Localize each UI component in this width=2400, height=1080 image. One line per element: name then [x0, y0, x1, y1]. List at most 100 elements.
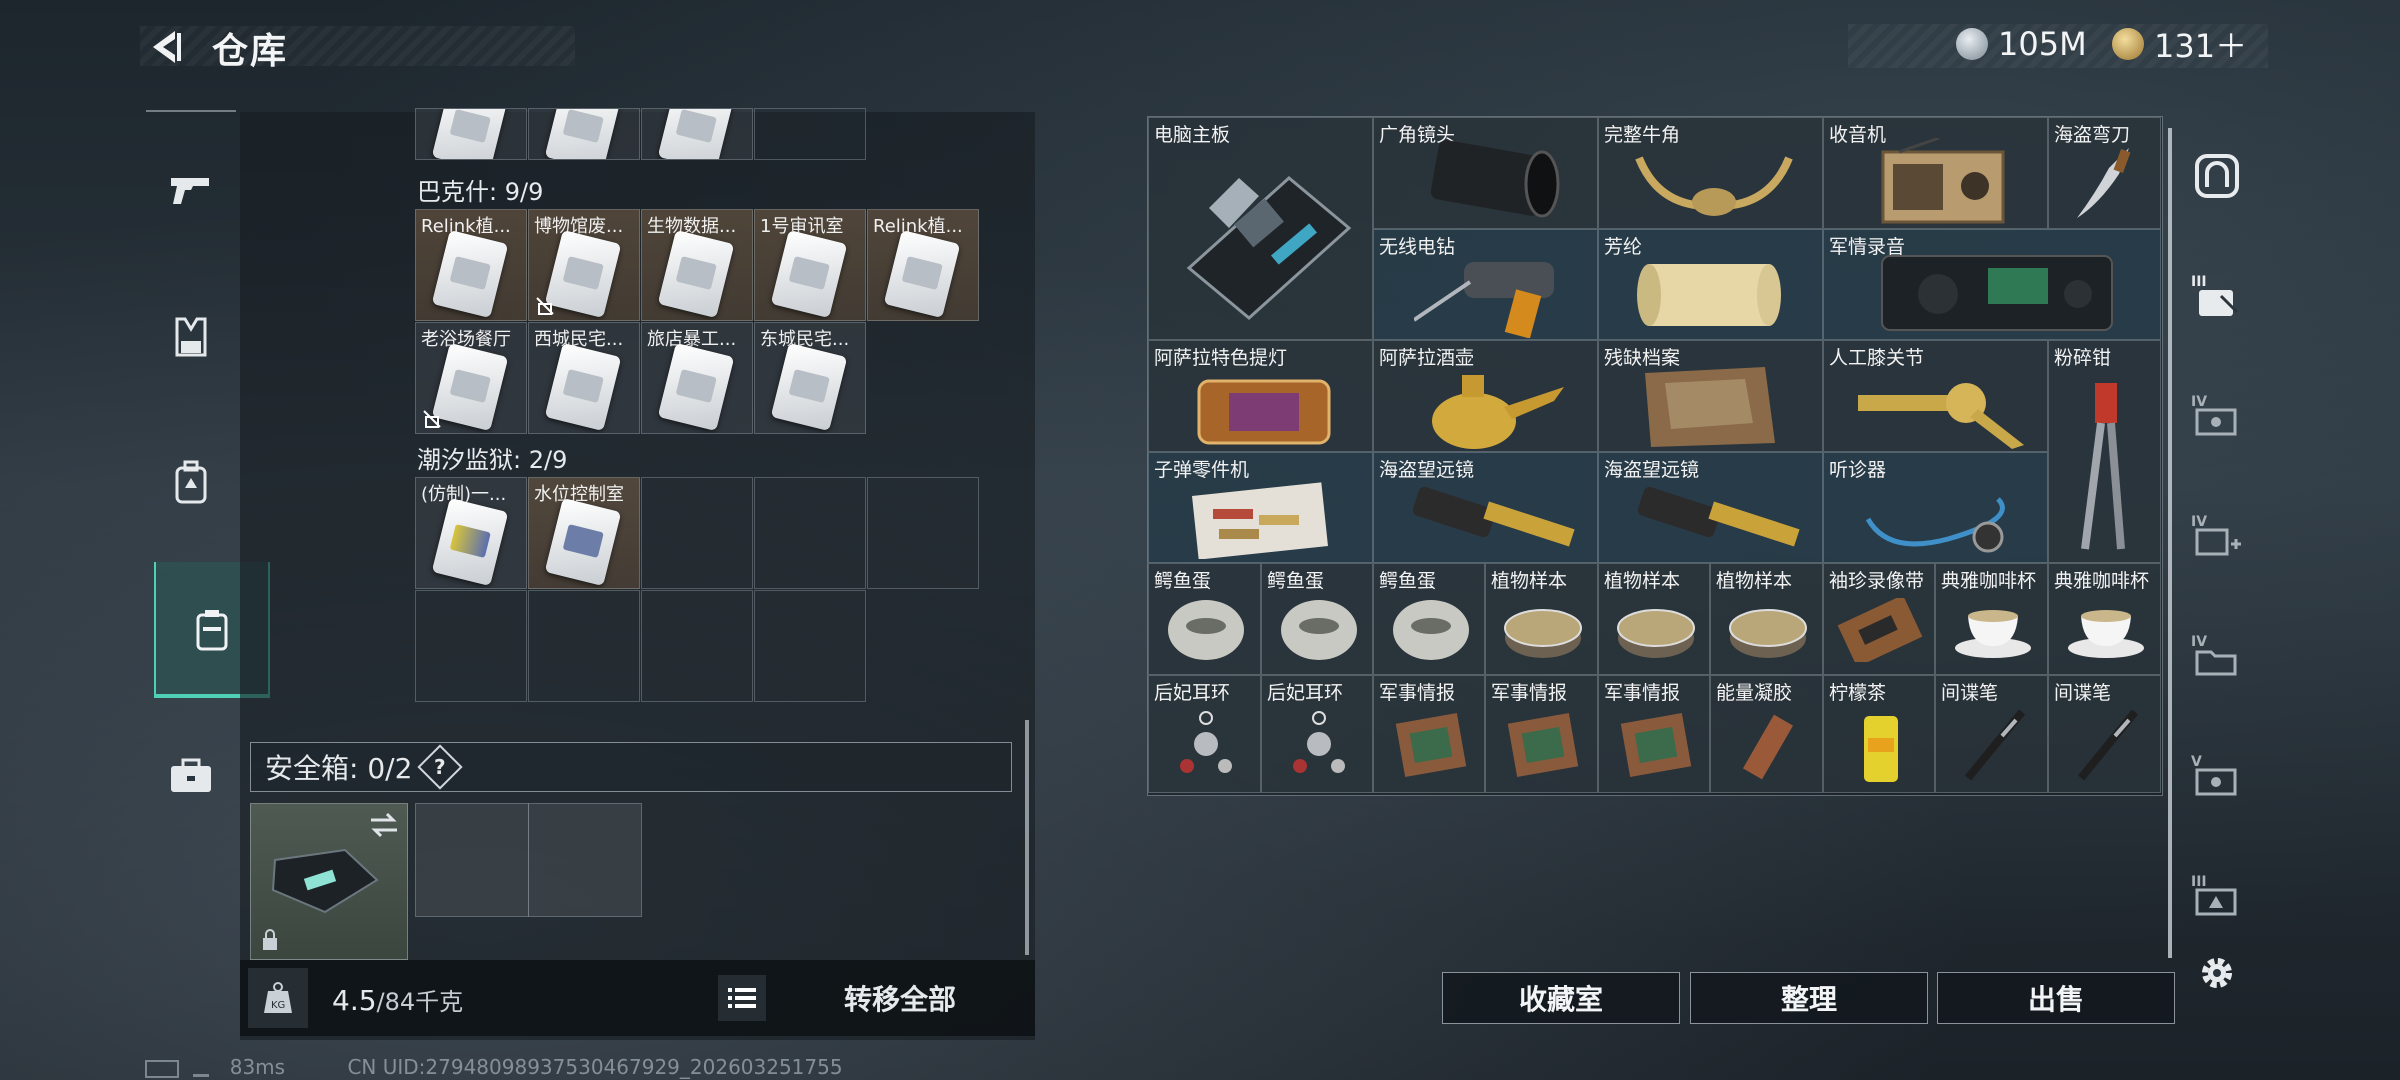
armor-vest-icon [175, 317, 207, 357]
transfer-all-button[interactable]: 转移全部 [790, 975, 1010, 1021]
collection-slot[interactable] [754, 108, 866, 160]
keycard-item[interactable]: 西城民宅... [528, 322, 640, 434]
stash-item-damaged-file[interactable]: 残缺档案 [1598, 340, 1823, 452]
stash-item-horn[interactable]: 完整牛角 [1598, 117, 1823, 229]
collection-grid-tide-prison: (仿制)一... 水位控制室 [415, 477, 979, 702]
toolbox-tab[interactable] [146, 716, 236, 836]
help-button[interactable]: ? [417, 744, 464, 790]
stash-item-lemon-tea[interactable]: 柠檬茶 [1823, 675, 1935, 793]
stash-item-croc-egg[interactable]: 鳄鱼蛋 [1148, 563, 1261, 675]
stash-scroll-thumb[interactable] [2168, 128, 2172, 958]
gun-icon [171, 178, 209, 204]
stash-item-croc-egg[interactable]: 鳄鱼蛋 [1261, 563, 1373, 675]
stash-item-radio[interactable]: 收音机 [1823, 117, 2048, 229]
stash-item-wide-lens[interactable]: 广角镜头 [1373, 117, 1598, 229]
collection-slot[interactable] [641, 590, 753, 702]
stash-item-bullet-parts[interactable]: 子弹零件机 [1148, 452, 1373, 563]
safebox-slot[interactable] [528, 803, 642, 917]
stash-item-military-intel[interactable]: 军事情报 [1373, 675, 1485, 793]
collection-slot[interactable] [754, 590, 866, 702]
safebox-case[interactable] [250, 803, 408, 960]
stash-page-tab-4a[interactable]: IV [2182, 366, 2252, 466]
camera-lens-icon [1430, 140, 1560, 218]
stash-item-military-intel[interactable]: 军事情报 [1598, 675, 1710, 793]
stash-item-pirate-telescope[interactable]: 海盗望远镜 [1598, 452, 1823, 563]
stash-item-earring[interactable]: 后妃耳环 [1261, 675, 1373, 793]
motherboard-icon [1186, 176, 1352, 320]
stash-item-stethoscope[interactable]: 听诊器 [1823, 452, 2048, 563]
backpack-tier-3-icon: III [2191, 274, 2239, 316]
stash-item-drill[interactable]: 无线电钻 [1373, 229, 1598, 340]
stash-item-croc-egg[interactable]: 鳄鱼蛋 [1373, 563, 1485, 675]
circuit-board-icon [1507, 713, 1579, 777]
armor-tab[interactable] [146, 276, 236, 396]
collection-slot[interactable] [415, 108, 527, 160]
currency-silver[interactable]: 105M [1956, 20, 2087, 68]
collection-slot[interactable] [528, 590, 640, 702]
settings-button[interactable] [2196, 952, 2238, 994]
keycard-item[interactable]: 博物馆废... [528, 209, 640, 321]
weapon-tab[interactable] [146, 130, 236, 250]
stash-item-videotape[interactable]: 袖珍录像带 [1823, 563, 1935, 675]
jug-icon [1432, 375, 1564, 449]
keycard-item[interactable]: 生物数据... [641, 209, 753, 321]
svg-text:III: III [2191, 274, 2207, 290]
collection-slot[interactable] [528, 108, 640, 160]
stash-page-tab-5[interactable]: V [2182, 726, 2252, 826]
cassette-icon [1838, 598, 1923, 662]
stash-item-wine-jug[interactable]: 阿萨拉酒壶 [1373, 340, 1598, 452]
keycard-item[interactable]: 1号审讯室 [754, 209, 866, 321]
organize-button[interactable]: 整理 [1690, 972, 1928, 1024]
dagger-icon [2077, 148, 2131, 218]
stash-item-coffee-cup[interactable]: 典雅咖啡杯 [2048, 563, 2161, 675]
keycard-item[interactable]: 东城民宅... [754, 322, 866, 434]
stash-item-military-intel[interactable]: 军事情报 [1485, 675, 1598, 793]
player-uid: CN UID:27948098937530467929_202603251755 [347, 1055, 843, 1079]
stash-item-motherboard[interactable]: 电脑主板 [1148, 117, 1373, 340]
stash-item-crushing-pliers[interactable]: 粉碎钳 [2048, 340, 2161, 563]
stash-item-coffee-cup[interactable]: 典雅咖啡杯 [1935, 563, 2048, 675]
keycard-item[interactable]: 老浴场餐厅 [415, 322, 527, 434]
stash-item-energy-gel[interactable]: 能量凝胶 [1710, 675, 1823, 793]
keycard-item[interactable]: (仿制)一... [415, 477, 527, 589]
stash-page-tab-3b[interactable]: III [2182, 846, 2252, 946]
stash-item-plant-sample[interactable]: 植物样本 [1485, 563, 1598, 675]
stash-item-aramid[interactable]: 芳纶 [1598, 229, 1823, 340]
radio-icon [1881, 138, 2005, 224]
keycard-item[interactable]: Relink植... [867, 209, 979, 321]
stash-item-artificial-knee[interactable]: 人工膝关节 [1823, 340, 2048, 452]
collection-slot[interactable] [415, 590, 527, 702]
backpack-tab[interactable] [146, 422, 236, 542]
stash-item-spy-pen[interactable]: 间谍笔 [1935, 675, 2048, 793]
stash-item-lantern[interactable]: 阿萨拉特色提灯 [1148, 340, 1373, 452]
stash-page-tab-4b[interactable]: IV [2182, 486, 2252, 586]
currency-gold[interactable]: 131＋ [2112, 20, 2247, 68]
keycard-item[interactable]: 水位控制室 [528, 477, 640, 589]
stash-item-intel-recording[interactable]: 军情录音 [1823, 229, 2161, 340]
sell-button[interactable]: 出售 [1937, 972, 2175, 1024]
safebox-slot[interactable] [415, 803, 529, 917]
stash-item-pirate-sword[interactable]: 海盗弯刀 [2048, 117, 2161, 229]
keycard-item[interactable]: 旅店暴工... [641, 322, 753, 434]
backpack-tier-3-alt-icon: III [2191, 874, 2237, 916]
keycard-item[interactable]: Relink植... [415, 209, 527, 321]
stash-page-tab-1[interactable] [2182, 126, 2252, 226]
safebox-header: 安全箱: 0/2 ? [250, 742, 1012, 792]
collection-room-button[interactable]: 收藏室 [1442, 972, 1680, 1024]
stash-item-pirate-telescope[interactable]: 海盗望远镜 [1373, 452, 1598, 563]
stash-item-plant-sample[interactable]: 植物样本 [1598, 563, 1710, 675]
stash-page-tab-3[interactable]: III [2182, 246, 2252, 346]
stash-page-tab-4c[interactable]: IV [2182, 606, 2252, 706]
collection-slot[interactable] [641, 477, 753, 589]
list-view-button[interactable] [718, 975, 766, 1021]
back-button[interactable] [140, 20, 190, 74]
weight-kg-icon: KG [248, 968, 308, 1028]
gear-icon [2202, 958, 2232, 988]
collection-slot[interactable] [641, 108, 753, 160]
stash-item-spy-pen[interactable]: 间谍笔 [2048, 675, 2161, 793]
stash-item-earring[interactable]: 后妃耳环 [1148, 675, 1261, 793]
collection-scrollbar[interactable] [1025, 720, 1029, 955]
collection-slot[interactable] [754, 477, 866, 589]
stash-item-plant-sample[interactable]: 植物样本 [1710, 563, 1823, 675]
collection-slot[interactable] [867, 477, 979, 589]
